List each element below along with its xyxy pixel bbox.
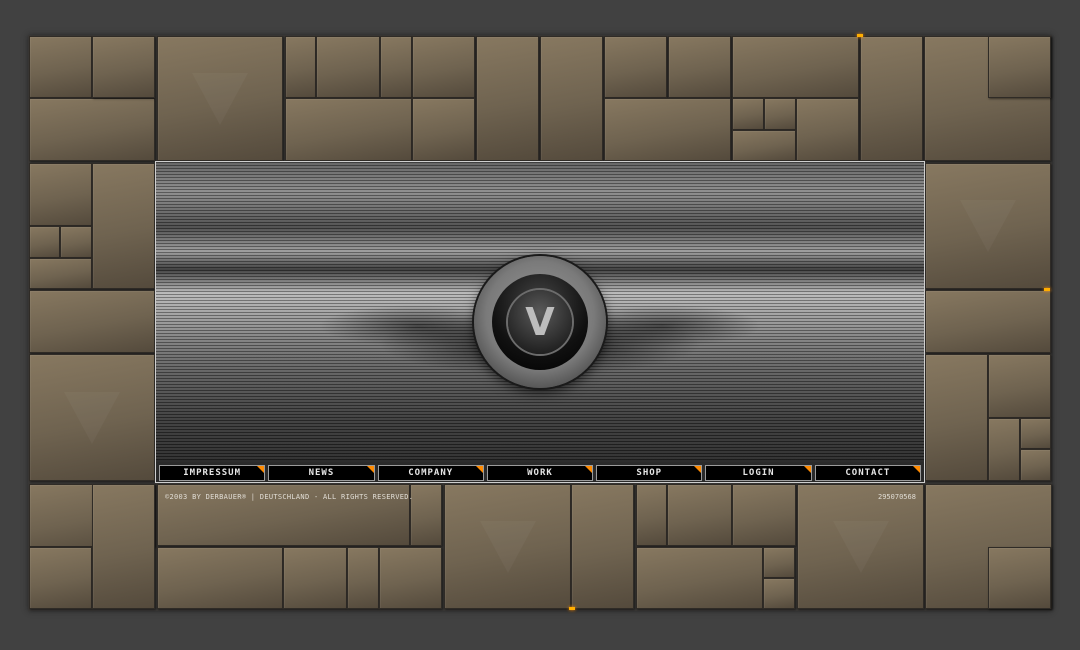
background-tile	[925, 290, 1051, 353]
background-tile	[29, 226, 60, 258]
background-tile	[444, 484, 571, 609]
background-tile	[412, 36, 475, 98]
background-tile	[157, 36, 283, 161]
background-tile	[763, 547, 795, 578]
main-nav: IMPRESSUM NEWS COMPANY WORK SHOP LOGIN C…	[156, 462, 924, 482]
nav-label: SHOP	[636, 468, 663, 478]
background-tile	[379, 547, 442, 609]
background-tile	[764, 98, 796, 130]
visitor-counter: 295070568	[878, 493, 916, 501]
orange-marker-icon	[569, 607, 575, 610]
background-tile	[604, 36, 667, 98]
nav-label: WORK	[527, 468, 553, 478]
background-tile	[636, 547, 763, 609]
background-tile	[29, 98, 155, 161]
background-tile	[1020, 449, 1051, 481]
background-tile	[92, 36, 155, 98]
background-tile	[29, 163, 92, 226]
background-tile	[29, 547, 92, 609]
background-tile	[410, 484, 442, 546]
background-tile	[92, 484, 155, 609]
nav-label: CONTACT	[845, 468, 891, 478]
nav-company[interactable]: COMPANY	[377, 465, 484, 481]
background-tile	[732, 130, 796, 161]
background-tile	[347, 547, 379, 609]
background-tile	[796, 98, 859, 161]
background-tile	[797, 484, 924, 609]
background-tile	[636, 484, 667, 546]
background-tile	[29, 290, 155, 353]
v-logo-icon: V	[508, 290, 572, 354]
corner-accent-icon	[366, 466, 374, 473]
background-tile	[732, 36, 859, 98]
logo-badge[interactable]: V	[474, 256, 606, 388]
corner-accent-icon	[475, 466, 483, 473]
nav-shop[interactable]: SHOP	[596, 465, 703, 481]
copyright-text: ©2003 BY DERBAUER® | DEUTSCHLAND - ALL R…	[165, 493, 414, 501]
background-tile	[29, 354, 155, 481]
background-tile	[860, 36, 923, 161]
background-tile	[316, 36, 380, 98]
nav-work[interactable]: WORK	[486, 465, 594, 481]
background-tile	[988, 354, 1051, 418]
background-tile	[925, 354, 988, 481]
background-tile	[283, 547, 347, 609]
orange-marker-icon	[857, 34, 863, 37]
nav-login[interactable]: LOGIN	[705, 465, 812, 481]
background-tile	[1020, 418, 1051, 449]
nav-contact[interactable]: CONTACT	[814, 465, 921, 481]
nav-label: IMPRESSUM	[183, 468, 242, 478]
banner-artwork: V	[156, 162, 924, 460]
background-tile	[763, 578, 795, 609]
background-tile	[925, 163, 1051, 289]
corner-accent-icon	[803, 466, 811, 473]
background-tile	[988, 36, 1051, 98]
background-tile	[667, 484, 732, 546]
background-tile	[157, 547, 283, 609]
logo-ring: V	[492, 274, 588, 370]
background-tile	[29, 258, 92, 289]
background-tile	[92, 163, 155, 289]
background-tile	[988, 547, 1051, 609]
background-tile	[60, 226, 92, 258]
background-tile	[29, 36, 92, 98]
background-tile	[732, 98, 764, 130]
background-tile	[540, 36, 603, 161]
nav-label: COMPANY	[408, 468, 454, 478]
corner-accent-icon	[694, 466, 702, 473]
background-tile	[380, 36, 412, 98]
background-tile	[571, 484, 634, 609]
nav-label: NEWS	[308, 468, 335, 478]
background-tile	[285, 36, 316, 98]
background-tile	[988, 418, 1020, 481]
corner-accent-icon	[257, 466, 265, 473]
background-tile	[604, 98, 731, 161]
background-tile	[668, 36, 731, 98]
nav-news[interactable]: NEWS	[268, 465, 375, 481]
nav-label: LOGIN	[742, 468, 775, 478]
corner-accent-icon	[912, 466, 920, 473]
corner-accent-icon	[585, 466, 593, 473]
background-tile	[412, 98, 475, 161]
background-tile	[285, 98, 412, 161]
orange-marker-icon	[1044, 288, 1050, 291]
background-tile	[476, 36, 539, 161]
nav-impressum[interactable]: IMPRESSUM	[159, 465, 266, 481]
intro-banner: V IMPRESSUM NEWS COMPANY WORK SHOP LOGIN…	[155, 161, 925, 483]
background-tile	[732, 484, 796, 546]
